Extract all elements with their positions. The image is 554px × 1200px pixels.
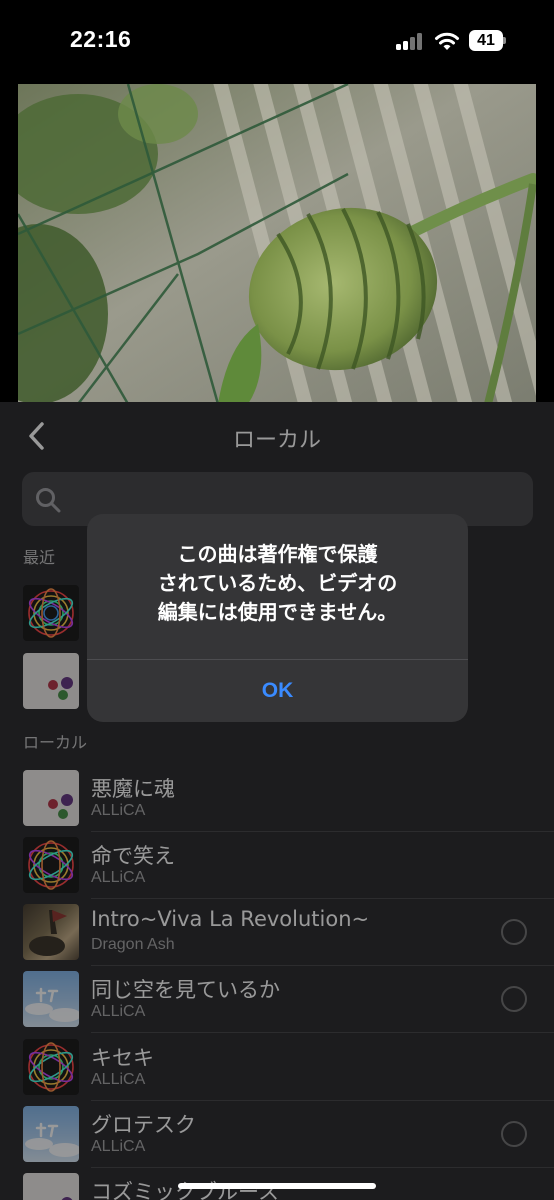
recent-section-label: 最近 [23, 548, 56, 567]
alert-message-line: 編集には使用できません。 [157, 600, 398, 624]
song-artist: ALLiCA [91, 869, 146, 886]
song-artist: Dragon Ash [91, 936, 175, 953]
alert-message-line: されているため、ビデオの [157, 571, 398, 595]
use-song-icon[interactable] [501, 986, 527, 1012]
alert-message: この曲は著作権で保護 されているため、ビデオの 編集には使用できません。 [87, 540, 468, 627]
use-song-icon[interactable] [501, 1121, 527, 1147]
song-artist: ALLiCA [91, 1071, 146, 1088]
song-artist: ALLiCA [91, 1138, 146, 1155]
song-title: 悪魔に魂 [91, 777, 175, 801]
song-title: 同じ空を見ているか [91, 978, 280, 1002]
song-title: キセキ [91, 1046, 154, 1070]
wifi-icon [435, 32, 459, 50]
song-row[interactable]: キセキ ALLiCA [0, 1034, 554, 1101]
song-title: 命で笑え [91, 844, 175, 868]
status-bar: 22:16 41 [0, 0, 554, 80]
alert-message-line: この曲は著作権で保護 [177, 542, 378, 566]
song-row[interactable]: Intro~Viva La Revolution~ Dragon Ash [0, 899, 554, 966]
album-art [23, 585, 79, 641]
battery-icon: 41 [469, 30, 506, 51]
song-title: Intro~Viva La Revolution~ [91, 907, 370, 931]
album-art [23, 1106, 79, 1162]
song-row[interactable]: 命で笑え ALLiCA [0, 832, 554, 899]
search-icon [36, 488, 61, 513]
song-row[interactable]: グロテスク ALLiCA [0, 1101, 554, 1168]
home-indicator[interactable] [178, 1183, 376, 1189]
album-art [23, 770, 79, 826]
local-section-label: ローカル [23, 733, 88, 752]
copyright-alert: この曲は著作権で保護 されているため、ビデオの 編集には使用できません。 OK [87, 514, 468, 722]
ok-button[interactable]: OK [87, 660, 468, 722]
song-row[interactable]: 悪魔に魂 ALLiCA [0, 765, 554, 832]
album-art [23, 1039, 79, 1095]
album-art [23, 971, 79, 1027]
song-row[interactable]: 同じ空を見ているか ALLiCA [0, 966, 554, 1033]
song-title: グロテスク [91, 1113, 196, 1137]
album-art [23, 904, 79, 960]
song-artist: ALLiCA [91, 1003, 146, 1020]
video-preview [18, 84, 536, 404]
use-song-icon[interactable] [501, 919, 527, 945]
status-time: 22:16 [70, 26, 132, 52]
sheet-title: ローカル [232, 428, 321, 453]
cellular-signal-icon [396, 33, 424, 50]
album-art [23, 1173, 79, 1200]
song-artist: ALLiCA [91, 802, 146, 819]
album-art [23, 837, 79, 893]
battery-level: 41 [469, 30, 503, 51]
album-art [23, 653, 79, 709]
